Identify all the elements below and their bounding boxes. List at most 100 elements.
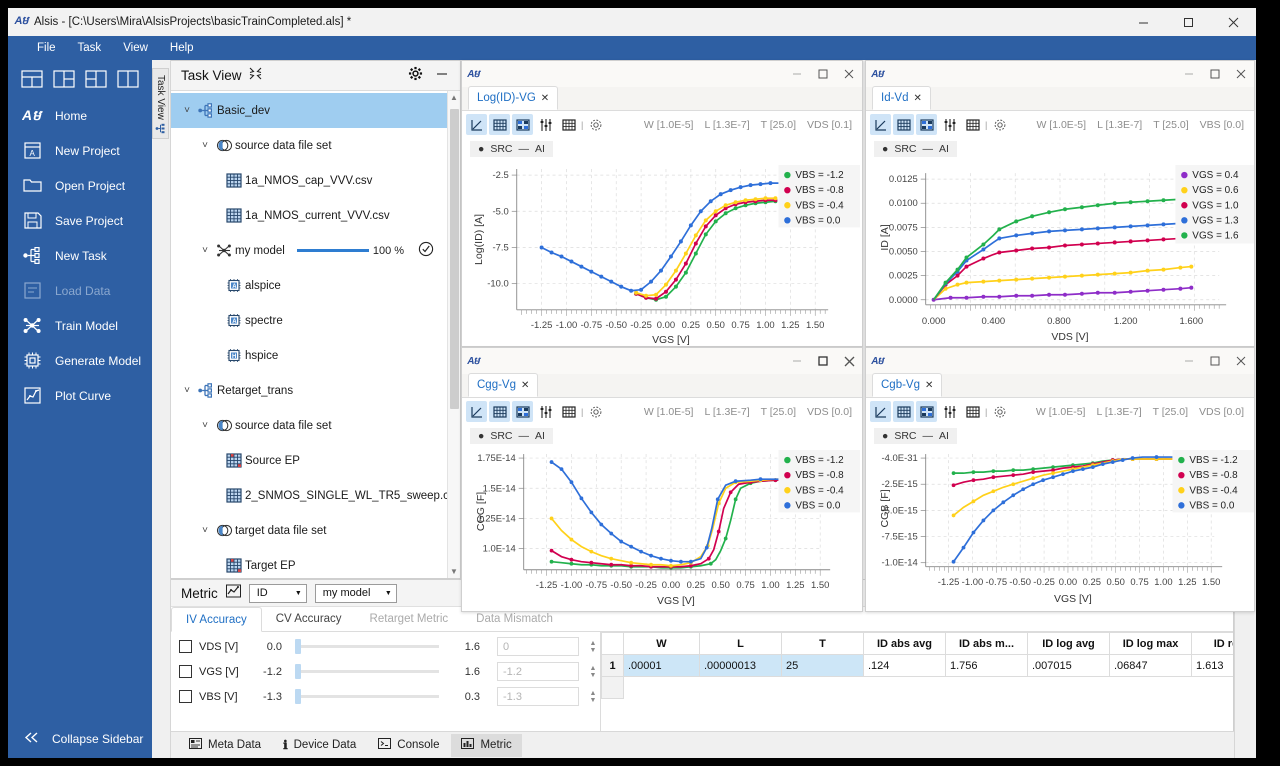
cursor-select-icon[interactable] <box>466 401 487 422</box>
maximize-plot-button[interactable] <box>1202 349 1228 374</box>
close-window-button[interactable] <box>1211 8 1256 36</box>
gear-icon[interactable] <box>989 401 1010 422</box>
grid-icon[interactable] <box>893 114 914 135</box>
vgs-stepper[interactable]: ▲ ▼ <box>586 665 600 679</box>
table-icon[interactable] <box>916 401 937 422</box>
minimize-icon[interactable] <box>430 67 454 85</box>
minimize-window-button[interactable] <box>1121 8 1166 36</box>
grid-icon[interactable] <box>893 401 914 422</box>
cursor-select-icon[interactable] <box>870 114 891 135</box>
chart-cgg-vg[interactable]: 1.75E-14 1.5E-14 1.25E-14 1.0E-14 -1.25 -1.… <box>462 446 862 611</box>
sidebar-item-new-project[interactable]: A New Project <box>8 133 152 168</box>
plot-tab-id-vd[interactable]: Id-Vd ✕ <box>872 86 931 110</box>
maximize-plot-button[interactable] <box>810 349 836 374</box>
close-tab-icon[interactable]: ✕ <box>914 93 922 104</box>
menu-view[interactable]: View <box>112 40 159 56</box>
status-tab-metric[interactable]: Metric <box>451 733 522 757</box>
close-tab-icon[interactable]: ✕ <box>521 380 529 391</box>
col-id-abs-avg[interactable]: ID abs avg <box>863 632 946 655</box>
layout-two-col-icon[interactable] <box>117 70 139 88</box>
minimize-plot-button[interactable] <box>1176 349 1202 374</box>
col-w[interactable]: W <box>623 632 700 655</box>
vds-slider-thumb[interactable] <box>295 639 301 654</box>
status-tab-meta-data[interactable]: Meta Data <box>179 734 271 757</box>
grid-icon[interactable] <box>489 401 510 422</box>
task-view-scrollbar[interactable]: ▲ ▼ <box>447 91 460 578</box>
vds-slider[interactable] <box>295 639 439 654</box>
close-plot-button[interactable] <box>836 349 862 374</box>
scroll-down-arrow-icon[interactable]: ▼ <box>450 567 458 576</box>
cell-l[interactable]: .00000013 <box>699 654 782 677</box>
chevron-down-icon[interactable]: ˅ <box>197 420 213 431</box>
cell-id-log-max[interactable]: .06847 <box>1109 654 1192 677</box>
collapse-sidebar-button[interactable]: Collapse Sidebar <box>8 720 152 758</box>
cell-id-log-avg[interactable]: .007015 <box>1027 654 1110 677</box>
tree-item-target-ep[interactable]: Target EP <box>171 548 460 578</box>
tree-item-alspice[interactable]: A alspice <box>171 268 460 303</box>
vds-stepper[interactable]: ▲ ▼ <box>586 640 600 654</box>
maximize-window-button[interactable] <box>1166 8 1211 36</box>
sidebar-item-generate-model[interactable]: Generate Model <box>8 343 152 378</box>
table-icon[interactable] <box>916 114 937 135</box>
layout-split-icon[interactable] <box>53 70 75 88</box>
cell-id-abs-max[interactable]: 1.756 <box>945 654 1028 677</box>
menu-task[interactable]: Task <box>67 40 113 56</box>
table-icon[interactable] <box>512 401 533 422</box>
cell-id-rel[interactable]: 1.613 <box>1191 654 1233 677</box>
table-icon[interactable] <box>512 114 533 135</box>
chart-logid-vg[interactable]: -2.5 -5.0 -7.5 -10.0 -1.25 -1.00 -0.75 -0.50… <box>462 159 862 346</box>
vbs-value-input[interactable]: -1.3 <box>497 687 579 706</box>
tab-iv-accuracy[interactable]: IV Accuracy <box>171 607 262 632</box>
sidebar-item-open-project[interactable]: Open Project <box>8 168 152 203</box>
close-plot-button[interactable] <box>1228 62 1254 87</box>
tree-item-target-data-file-set[interactable]: ˅ target data file set <box>171 513 460 548</box>
plot-tab-logid-vg[interactable]: Log(ID)-VG ✕ <box>468 86 559 110</box>
chevron-down-icon[interactable]: ˅ <box>179 385 195 396</box>
sidebar-item-train-model[interactable]: Train Model <box>8 308 152 343</box>
sidebar-item-new-task[interactable]: New Task <box>8 238 152 273</box>
cell-t[interactable]: 25 <box>781 654 864 677</box>
maximize-plot-button[interactable] <box>1202 62 1228 87</box>
close-tab-icon[interactable]: ✕ <box>541 93 549 104</box>
metric-quantity-select[interactable]: ID ▼ <box>248 583 307 603</box>
gear-icon[interactable] <box>989 114 1010 135</box>
gear-icon[interactable] <box>585 114 606 135</box>
vgs-slider-thumb[interactable] <box>295 664 301 679</box>
maximize-plot-button[interactable] <box>810 62 836 87</box>
tree-item-file-1a-nmos-current[interactable]: 1a_NMOS_current_VVV.csv <box>171 198 460 233</box>
layout-left-split-icon[interactable] <box>85 70 107 88</box>
vgs-slider[interactable] <box>295 664 439 679</box>
vertical-tab-task-view[interactable]: Task View <box>152 68 169 139</box>
sidebar-item-load-data[interactable]: Load Data <box>8 273 152 308</box>
cursor-select-icon[interactable] <box>466 114 487 135</box>
tree-item-hspice[interactable]: H hspice <box>171 338 460 373</box>
tree-item-file-sweep-csv[interactable]: 2_SNMOS_SINGLE_WL_TR5_sweep.csv <box>171 478 460 513</box>
tab-retarget-metric[interactable]: Retarget Metric <box>356 606 463 631</box>
gear-icon[interactable] <box>585 401 606 422</box>
sliders-icon[interactable] <box>939 401 960 422</box>
vgs-checkbox[interactable] <box>179 665 192 678</box>
data-grid-icon[interactable] <box>962 114 983 135</box>
chevron-down-icon[interactable]: ˅ <box>197 140 213 151</box>
col-id-abs-max[interactable]: ID abs m... <box>945 632 1028 655</box>
sidebar-item-plot-curve[interactable]: Plot Curve <box>8 378 152 413</box>
tree-item-basic-dev[interactable]: ˅ Basic_dev <box>171 93 460 128</box>
data-grid-icon[interactable] <box>558 114 579 135</box>
plot-tab-cgb-vg[interactable]: Cgb-Vg ✕ <box>872 373 943 397</box>
col-id-log-avg[interactable]: ID log avg <box>1027 632 1110 655</box>
vbs-slider[interactable] <box>295 689 439 704</box>
layout-quad-icon[interactable] <box>21 70 43 88</box>
tree-item-source-data-file-set-1[interactable]: ˅ source data file set <box>171 128 460 163</box>
cell-id-abs-avg[interactable]: .124 <box>863 654 946 677</box>
col-id-log-max[interactable]: ID log max <box>1109 632 1192 655</box>
tree-item-retarget-trans[interactable]: ˅ Retarget_trans <box>171 373 460 408</box>
status-tab-device-data[interactable]: ℹ Device Data <box>273 734 366 757</box>
chart-id-vd[interactable]: 0.0125 0.0100 0.0075 0.0050 0.0025 0.0000 0.… <box>866 159 1254 346</box>
vgs-value-input[interactable]: -1.2 <box>497 662 579 681</box>
sidebar-item-home[interactable]: Aម Home <box>8 98 152 133</box>
vbs-stepper[interactable]: ▲ ▼ <box>586 690 600 704</box>
cursor-select-icon[interactable] <box>870 401 891 422</box>
tree-item-my-model[interactable]: ˅ my model 100 % <box>171 233 460 268</box>
chart-cgb-vg[interactable]: -4.0E-31 -2.5E-15 -5.0E-15 -7.5E-15 -1.0E-1… <box>866 446 1254 611</box>
col-id-rel[interactable]: ID rel <box>1191 632 1233 655</box>
